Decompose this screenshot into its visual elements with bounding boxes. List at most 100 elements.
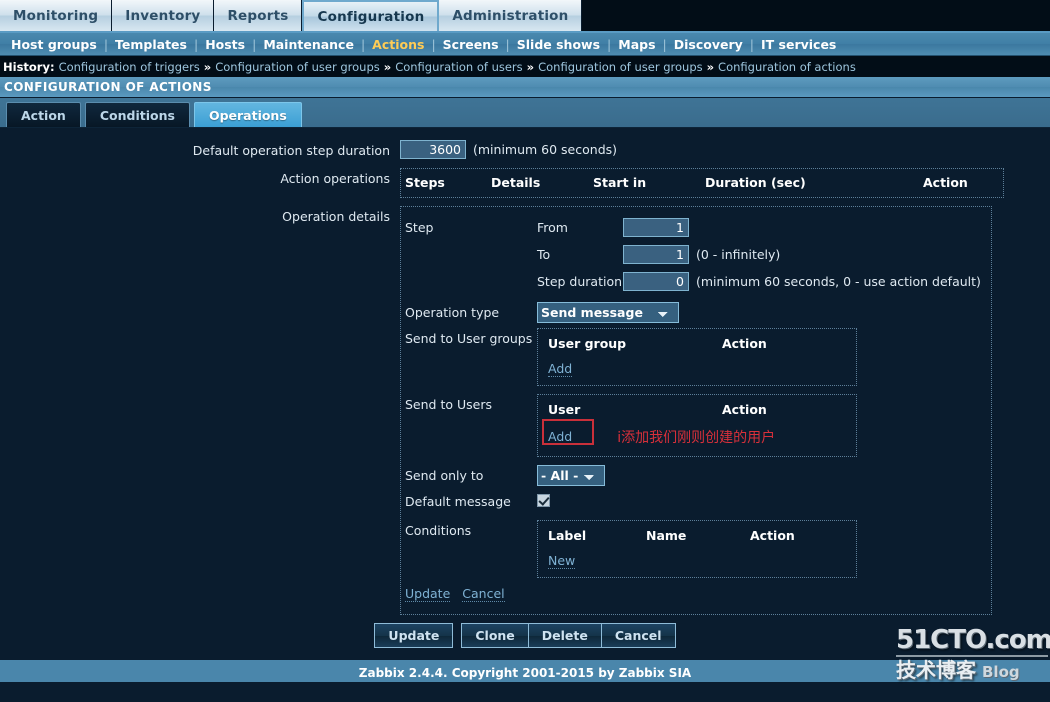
tab-label: Conditions (99, 107, 175, 123)
field-label: Operation details (282, 209, 390, 224)
field-default-operation-step-duration: Default operation step duration (minimum… (0, 140, 1050, 162)
breadcrumb-item-3[interactable]: Configuration of user groups (538, 60, 703, 74)
action-operations-table: Steps Details Start in Duration (sec) Ac… (400, 168, 1004, 198)
nav-label: Administration (452, 7, 569, 24)
breadcrumb-item-4[interactable]: Configuration of actions (718, 60, 856, 74)
operation-details-actions: Update Cancel (401, 586, 991, 602)
secondary-navigation: Host groups | Templates | Hosts | Mainte… (0, 33, 1050, 56)
watermark-rule (896, 655, 1048, 657)
field-step-to: To (0 - infinitely) (537, 244, 981, 265)
copyright-text: Zabbix 2.4.4. Copyright 2001-2015 by Zab… (0, 662, 1050, 682)
button-group: Clone Delete Cancel (461, 623, 676, 648)
send-only-to-select[interactable]: - All - (537, 465, 605, 486)
operation-update-link[interactable]: Update (405, 586, 451, 602)
column-header-user-group: User group (548, 336, 627, 351)
clone-button[interactable]: Clone (461, 623, 528, 648)
column-header-details: Details (491, 175, 541, 190)
user-groups-table: User group Action Add (537, 328, 857, 386)
tab-strip: Action Conditions Operations (0, 98, 1050, 128)
default-message-checkbox[interactable] (537, 494, 550, 507)
new-condition-link[interactable]: New (548, 553, 576, 569)
subnav-item-actions[interactable]: Actions (365, 37, 431, 52)
column-header-action: Action (750, 528, 795, 543)
field-label: Action operations (280, 171, 390, 186)
cancel-button[interactable]: Cancel (600, 623, 676, 648)
field-label: From (537, 220, 568, 235)
column-header-duration: Duration (sec) (705, 175, 806, 190)
nav-label: Configuration (317, 8, 425, 25)
field-label: Default message (405, 494, 511, 509)
field-operation-details: Operation details Step From To (0, 206, 1050, 615)
field-label: Step (405, 220, 434, 235)
nav-item-reports[interactable]: Reports (214, 0, 303, 31)
subnav-item-it-services[interactable]: IT services (754, 37, 843, 52)
field-label: Send to User groups (405, 331, 533, 346)
subnav-item-hosts[interactable]: Hosts (198, 37, 252, 52)
breadcrumb-separator: » (383, 59, 392, 74)
table-body: Add (538, 361, 856, 377)
nav-filler (582, 0, 1050, 31)
delete-button[interactable]: Delete (527, 623, 601, 648)
subnav-item-maps[interactable]: Maps (611, 37, 662, 52)
table-header-row: User Action (538, 402, 856, 427)
nav-label: Inventory (125, 7, 201, 24)
subnav-item-templates[interactable]: Templates (108, 37, 194, 52)
step-duration-input[interactable] (623, 272, 689, 291)
operation-type-select[interactable]: Send message (537, 302, 679, 323)
column-header-label: Label (548, 528, 587, 543)
operation-details-panel: Step From To (0 - infinitely) (400, 206, 992, 615)
annotation-text: i添加我们刚则创建的用户 (617, 430, 776, 446)
field-send-to-users: Send to Users User Action Add i添加我们刚则创建的… (401, 394, 991, 457)
nav-item-administration[interactable]: Administration (439, 0, 583, 31)
conditions-table: Label Name Action New (537, 520, 857, 578)
subnav-item-maintenance[interactable]: Maintenance (256, 37, 361, 52)
tab-conditions[interactable]: Conditions (84, 102, 190, 127)
subnav-item-screens[interactable]: Screens (436, 37, 506, 52)
field-label: Operation type (405, 305, 500, 320)
column-header-name: Name (646, 528, 687, 543)
tab-label: Action (21, 107, 66, 123)
breadcrumb-item-1[interactable]: Configuration of user groups (215, 60, 380, 74)
tab-operations[interactable]: Operations (193, 102, 302, 127)
table-body: New (538, 553, 856, 569)
field-step-duration: Step duration (minimum 60 seconds, 0 - u… (537, 271, 981, 292)
field-label: To (537, 247, 551, 262)
breadcrumb-item-2[interactable]: Configuration of users (395, 60, 522, 74)
field-label: Step duration (537, 274, 623, 289)
default-step-duration-hint: (minimum 60 seconds) (473, 142, 618, 157)
field-send-only-to: Send only to - All - (401, 465, 991, 486)
column-header-start-in: Start in (593, 175, 647, 190)
nav-item-configuration[interactable]: Configuration (302, 0, 440, 31)
field-label: Send to Users (405, 397, 492, 412)
step-from-input[interactable] (623, 218, 689, 237)
column-header-steps: Steps (405, 175, 445, 190)
nav-label: Monitoring (13, 7, 99, 24)
column-header-action: Action (722, 336, 767, 351)
column-header-action: Action (722, 402, 767, 417)
update-button[interactable]: Update (374, 623, 454, 648)
subnav-item-host-groups[interactable]: Host groups (4, 37, 104, 52)
field-operation-type: Operation type Send message (401, 302, 991, 323)
nav-item-inventory[interactable]: Inventory (112, 0, 215, 31)
subnav-item-slide-shows[interactable]: Slide shows (510, 37, 607, 52)
add-user-link[interactable]: Add (548, 429, 573, 445)
nav-item-monitoring[interactable]: Monitoring (0, 0, 113, 31)
field-conditions: Conditions Label Name Action New (401, 520, 991, 578)
primary-navigation: Monitoring Inventory Reports Configurati… (0, 0, 1050, 33)
breadcrumb-item-0[interactable]: Configuration of triggers (59, 60, 200, 74)
field-default-message: Default message (401, 491, 991, 512)
tab-action[interactable]: Action (6, 102, 81, 127)
subnav-item-discovery[interactable]: Discovery (667, 37, 750, 52)
breadcrumb-separator: » (203, 59, 212, 74)
table-header-row: Steps Details Start in Duration (sec) Ac… (401, 169, 1003, 197)
step-to-input[interactable] (623, 245, 689, 264)
breadcrumb-label: History: (3, 59, 55, 74)
field-label: Default operation step duration (192, 143, 390, 158)
add-user-group-link[interactable]: Add (548, 361, 573, 377)
zabbix-app-window: Monitoring Inventory Reports Configurati… (0, 0, 1050, 702)
field-label: Conditions (405, 523, 472, 538)
breadcrumb-separator: » (526, 59, 535, 74)
operation-cancel-link[interactable]: Cancel (462, 586, 505, 602)
default-step-duration-input[interactable] (400, 140, 466, 159)
breadcrumb-separator: » (706, 59, 715, 74)
